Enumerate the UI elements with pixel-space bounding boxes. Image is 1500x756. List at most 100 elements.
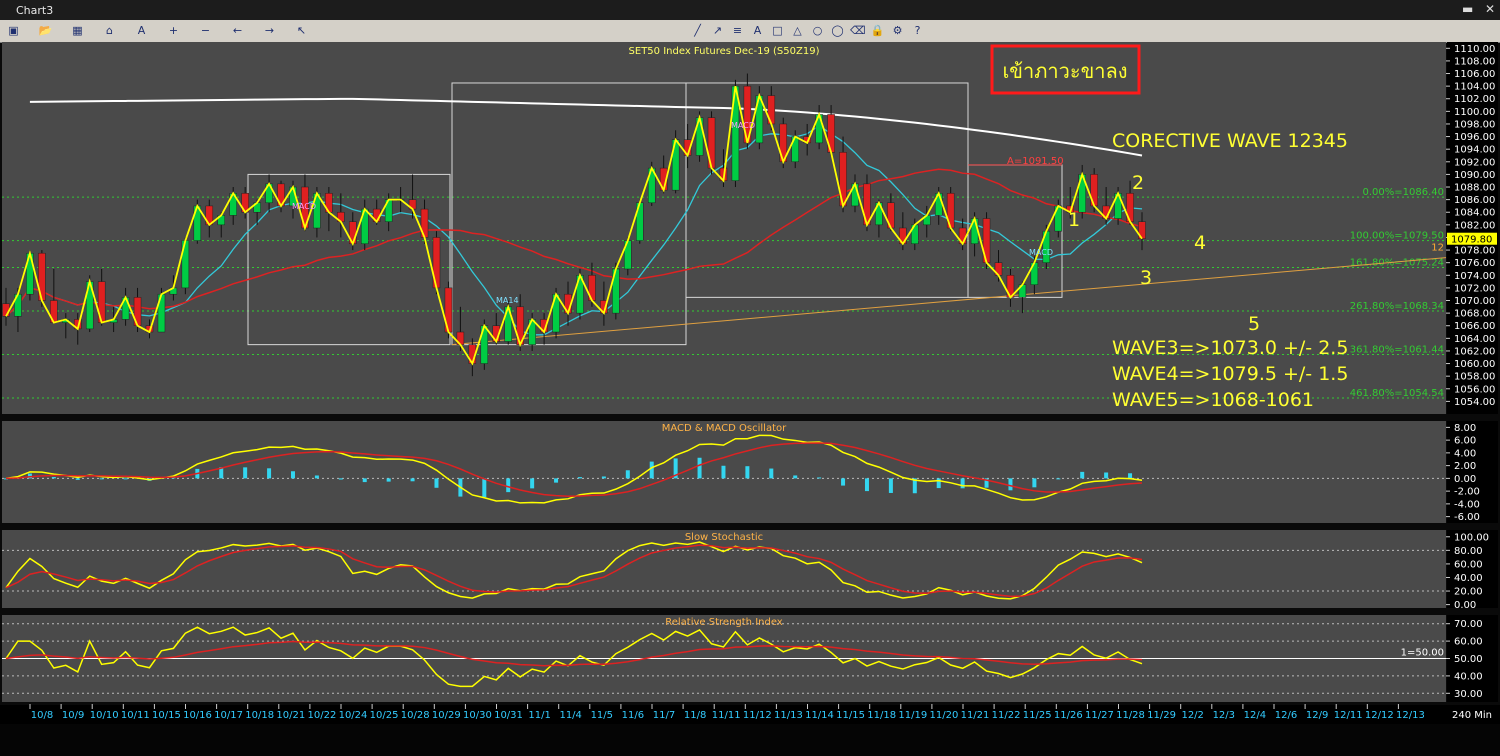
y-tick-label: -6.00 (1454, 512, 1480, 523)
macd-bar (888, 478, 893, 493)
wave-number: 5 (1248, 313, 1260, 335)
y-tick-label: 1092.00 (1454, 157, 1495, 168)
macd-bar (386, 478, 391, 482)
indicator-title: Relative Strength Index (665, 617, 783, 628)
macd-bar (1080, 471, 1085, 479)
y-tick-label: 1070.00 (1454, 296, 1495, 307)
x-tick-label: 10/24 (339, 710, 368, 721)
forecast-line: WAVE3=>1073.0 +/- 2.5 (1112, 337, 1348, 359)
macd-bar (314, 475, 319, 479)
macd-bar (936, 478, 941, 489)
y-tick-label: 1076.00 (1454, 258, 1495, 269)
x-tick-label: 11/14 (805, 710, 834, 721)
y-tick-label: 4.00 (1454, 448, 1476, 459)
macd-bar (745, 466, 750, 479)
y-tick-label: 1062.00 (1454, 346, 1495, 357)
ma-marker: MA14 (496, 296, 519, 305)
fib-label: 100.00%=1079.50 (1350, 231, 1444, 242)
y-tick-label: 1108.00 (1454, 56, 1495, 67)
rsi-ref-label: 1=50.00 (1401, 648, 1444, 659)
x-tick-label: 10/25 (370, 710, 399, 721)
x-tick-label: 12/3 (1213, 710, 1235, 721)
x-tick-label: 10/10 (90, 710, 119, 721)
y-tick-label: 40.00 (1454, 573, 1483, 584)
chart-area[interactable]: 1110.001108.001106.001104.001102.001100.… (0, 0, 1500, 724)
y-tick-label: 2.00 (1454, 461, 1476, 472)
macd-bar (290, 471, 295, 479)
y-tick-label: 1054.00 (1454, 397, 1495, 408)
y-tick-label: 80.00 (1454, 546, 1483, 557)
x-tick-label: 11/28 (1116, 710, 1145, 721)
macd-bar (506, 478, 511, 493)
fib-label: 261.80%=1068.34 (1350, 301, 1444, 312)
y-tick-label: 6.00 (1454, 436, 1476, 447)
macd-bar (1056, 478, 1061, 480)
x-tick-label: 11/15 (836, 710, 865, 721)
y-tick-label: 1058.00 (1454, 372, 1495, 383)
y-tick-label: 30.00 (1454, 689, 1483, 700)
macd-bar (1032, 478, 1037, 488)
y-tick-label: 100.00 (1454, 532, 1489, 543)
chart-title: SET50 Index Futures Dec-19 (S50Z19) (629, 46, 820, 57)
fib-label: 461.80%=1054.54 (1350, 388, 1444, 399)
x-tick-label: 10/18 (245, 710, 274, 721)
x-tick-label: 12/12 (1365, 710, 1394, 721)
fib-label: 0.00%=1086.40 (1363, 187, 1445, 198)
macd-bar (769, 468, 774, 479)
x-tick-label: 12/9 (1306, 710, 1328, 721)
macd-bar (1008, 478, 1013, 491)
y-tick-label: 1104.00 (1454, 82, 1495, 93)
x-tick-label: 10/21 (276, 710, 305, 721)
x-tick-label: 11/1 (528, 710, 550, 721)
macd-bar (697, 457, 702, 479)
x-tick-label: 11/26 (1054, 710, 1083, 721)
y-tick-label: 70.00 (1454, 619, 1483, 630)
macd-bar (864, 478, 869, 492)
y-tick-label: 1064.00 (1454, 334, 1495, 345)
macd-bar (243, 467, 248, 479)
y-tick-label: 1060.00 (1454, 359, 1495, 370)
y-tick-label: 60.00 (1454, 637, 1483, 648)
y-tick-label: 1106.00 (1454, 69, 1495, 80)
macd-bar (649, 461, 654, 479)
y-tick-label: 1074.00 (1454, 271, 1495, 282)
macd-marker: MACD (292, 202, 316, 211)
macd-bar (338, 478, 343, 480)
y-tick-label: -4.00 (1454, 499, 1480, 510)
y-tick-label: 1086.00 (1454, 195, 1495, 206)
macd-bar (721, 465, 726, 479)
x-tick-label: 11/27 (1085, 710, 1114, 721)
y-tick-label: 1094.00 (1454, 145, 1495, 156)
x-tick-label: 10/15 (152, 710, 181, 721)
fib-label: 361.80%=1061.44 (1350, 344, 1444, 355)
forecast-line: WAVE4=>1079.5 +/- 1.5 (1112, 363, 1348, 385)
macd-bar (99, 478, 104, 480)
macd-bar (530, 478, 535, 489)
y-tick-label: 1110.00 (1454, 44, 1495, 55)
x-tick-label: 11/25 (1023, 710, 1052, 721)
macd-bar (841, 478, 846, 486)
macd-bar (601, 476, 606, 479)
y-tick-label: 1082.00 (1454, 220, 1495, 231)
macd-bar (960, 478, 965, 489)
indicator-title: Slow Stochastic (685, 532, 763, 543)
x-tick-label: 11/6 (622, 710, 644, 721)
x-tick-label: 11/19 (898, 710, 927, 721)
y-tick-label: 1066.00 (1454, 321, 1495, 332)
y-tick-label: 1100.00 (1454, 107, 1495, 118)
y-tick-label: 0.00 (1454, 600, 1476, 611)
y-tick-label: 1090.00 (1454, 170, 1495, 181)
y-tick-label: 1056.00 (1454, 384, 1495, 395)
x-tick-label: 10/29 (432, 710, 461, 721)
y-tick-label: 8.00 (1454, 423, 1476, 434)
wave-number: 2 (1132, 172, 1144, 194)
y-tick-label: 1102.00 (1454, 94, 1495, 105)
macd-bar (793, 475, 798, 479)
x-tick-label: 11/12 (743, 710, 772, 721)
wave-number: 1 (1068, 209, 1080, 231)
x-tick-label: 10/17 (214, 710, 243, 721)
macd-bar (434, 478, 439, 488)
x-tick-label: 11/13 (774, 710, 803, 721)
y-tick-label: -2.00 (1454, 487, 1480, 498)
x-tick-label: 11/8 (684, 710, 706, 721)
